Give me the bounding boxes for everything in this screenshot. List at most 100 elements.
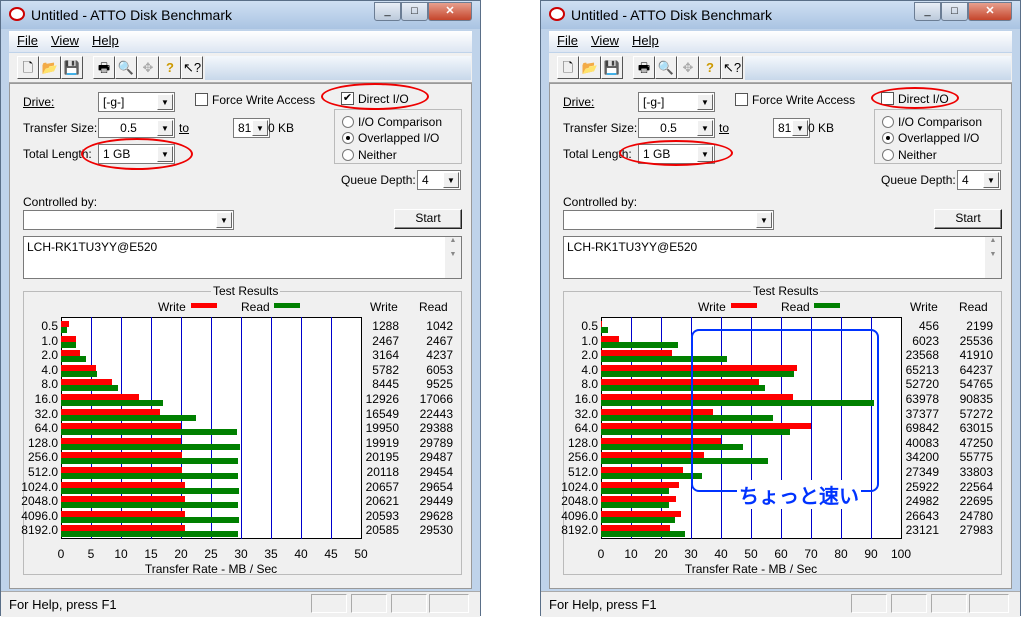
x-tick-label: 0: [597, 547, 605, 561]
drive-select[interactable]: [-g-] ▼: [638, 92, 715, 112]
read-value: 57272: [959, 406, 993, 421]
kb-label: KB: [818, 121, 835, 135]
context-help-icon[interactable]: ↖?: [721, 56, 743, 79]
read-bar: [601, 341, 678, 348]
io-mode-radio[interactable]: [882, 149, 894, 161]
close-button[interactable]: ✕: [968, 2, 1012, 21]
write-value: 19950: [365, 421, 399, 436]
force-write-checkbox[interactable]: [735, 93, 748, 106]
save-icon[interactable]: 💾: [601, 56, 623, 79]
write-value: 63978: [905, 392, 939, 406]
window-title: Untitled - ATTO Disk Benchmark: [31, 7, 232, 23]
queue-depth-select[interactable]: 4 ▼: [957, 170, 1001, 190]
maximize-button[interactable]: □: [401, 2, 428, 21]
menu-view[interactable]: View: [591, 33, 619, 48]
row-label: 2.0: [41, 348, 58, 363]
chevron-down-icon[interactable]: ▼: [792, 120, 808, 136]
transfer-from-select[interactable]: 0.5 ▼: [98, 118, 175, 138]
x-tick-label: 90: [864, 547, 878, 561]
new-file-icon[interactable]: 🗋: [557, 56, 579, 79]
menu-view[interactable]: View: [51, 33, 79, 48]
chevron-down-icon[interactable]: ▼: [756, 212, 772, 228]
legend-read-label: Read: [241, 300, 270, 314]
read-value: 22695: [959, 494, 993, 509]
open-folder-icon[interactable]: 📂: [39, 56, 61, 79]
description-textbox[interactable]: LCH-RK1TU3YY@E520 ▲ ▼: [23, 236, 462, 279]
io-mode-radio[interactable]: [342, 116, 354, 128]
maximize-button[interactable]: □: [941, 2, 968, 21]
chevron-down-icon[interactable]: ▼: [157, 94, 173, 110]
minimize-button[interactable]: _: [374, 2, 401, 21]
help-icon[interactable]: ?: [159, 56, 181, 79]
move-icon[interactable]: ✥: [677, 56, 699, 79]
transfer-to-select[interactable]: 8192.0▼: [233, 118, 275, 138]
scrollbar[interactable]: ▲ ▼: [445, 237, 461, 278]
menu-help[interactable]: Help: [92, 33, 119, 48]
read-value: 29789: [419, 435, 453, 450]
io-mode-radio[interactable]: [882, 132, 894, 144]
io-mode-label: Overlapped I/O: [358, 131, 440, 145]
chevron-down-icon[interactable]: ▼: [697, 94, 713, 110]
description-textbox[interactable]: LCH-RK1TU3YY@E520 ▲ ▼: [563, 236, 1002, 279]
row-label: 512.0: [27, 465, 58, 479]
open-folder-icon[interactable]: 📂: [579, 56, 601, 79]
x-tick-label: 0: [57, 547, 65, 561]
chevron-down-icon[interactable]: ▼: [252, 120, 268, 136]
io-mode-label: Neither: [358, 148, 397, 162]
menu-help[interactable]: Help: [632, 33, 659, 48]
to-label: to: [179, 121, 190, 135]
print-icon[interactable]: 🖶: [93, 56, 115, 79]
io-mode-radio[interactable]: [342, 132, 354, 144]
drive-label: Drive:: [23, 95, 55, 109]
read-bar: [61, 327, 68, 333]
move-icon[interactable]: ✥: [137, 56, 159, 79]
row-label: 16.0: [574, 392, 598, 406]
write-value: 19919: [365, 435, 399, 450]
transfer-from-select[interactable]: 0.5 ▼: [638, 118, 715, 138]
transfer-size-label: Transfer Size:: [563, 121, 638, 135]
io-mode-radio[interactable]: [882, 116, 894, 128]
row-label: 4096.0: [21, 508, 58, 523]
chevron-down-icon[interactable]: ▼: [697, 120, 713, 136]
row-label: 256.0: [27, 450, 58, 465]
write-value: 1288: [372, 319, 399, 333]
new-file-icon[interactable]: 🗋: [17, 56, 39, 79]
drive-select[interactable]: [-g-] ▼: [98, 92, 175, 112]
help-icon[interactable]: ?: [699, 56, 721, 79]
close-button[interactable]: ✕: [428, 2, 472, 21]
menu-file[interactable]: File: [17, 33, 38, 48]
chevron-down-icon[interactable]: ▼: [157, 120, 173, 136]
print-preview-icon[interactable]: 🔍: [115, 56, 137, 79]
context-help-icon[interactable]: ↖?: [181, 56, 203, 79]
io-mode-radio[interactable]: [342, 149, 354, 161]
column-header-read: Read: [419, 300, 448, 314]
force-write-checkbox[interactable]: [195, 93, 208, 106]
start-button[interactable]: Start: [934, 209, 1002, 229]
read-bar: [601, 473, 703, 479]
minimize-button[interactable]: _: [914, 2, 941, 21]
transfer-to-select[interactable]: 8192.0▼: [773, 118, 815, 138]
queue-depth-select[interactable]: 4 ▼: [417, 170, 461, 190]
chevron-down-icon[interactable]: ▼: [983, 172, 999, 188]
row-label: 8.0: [41, 377, 58, 392]
menu-file[interactable]: File: [557, 33, 578, 48]
x-tick-label: 80: [834, 547, 848, 561]
read-bar: [61, 473, 238, 479]
row-label: 1024.0: [561, 479, 598, 494]
print-preview-icon[interactable]: 🔍: [655, 56, 677, 79]
scrollbar[interactable]: ▲ ▼: [985, 237, 1001, 278]
save-icon[interactable]: 💾: [61, 56, 83, 79]
print-icon[interactable]: 🖶: [633, 56, 655, 79]
controlled-by-select[interactable]: ▼: [563, 210, 774, 230]
x-tick-label: 10: [624, 547, 638, 561]
force-write-label: Force Write Access: [752, 93, 856, 107]
chevron-down-icon[interactable]: ▼: [216, 212, 232, 228]
app-window: Untitled - ATTO Disk Benchmark _ □ ✕ File Vie…: [0, 0, 481, 617]
chevron-down-icon[interactable]: ▼: [443, 172, 459, 188]
start-button[interactable]: Start: [394, 209, 462, 229]
transfer-size-label: Transfer Size:: [23, 121, 98, 135]
x-tick-label: 100: [890, 547, 912, 561]
read-bar: [61, 458, 238, 465]
controlled-by-select[interactable]: ▼: [23, 210, 234, 230]
read-bar: [61, 516, 239, 523]
